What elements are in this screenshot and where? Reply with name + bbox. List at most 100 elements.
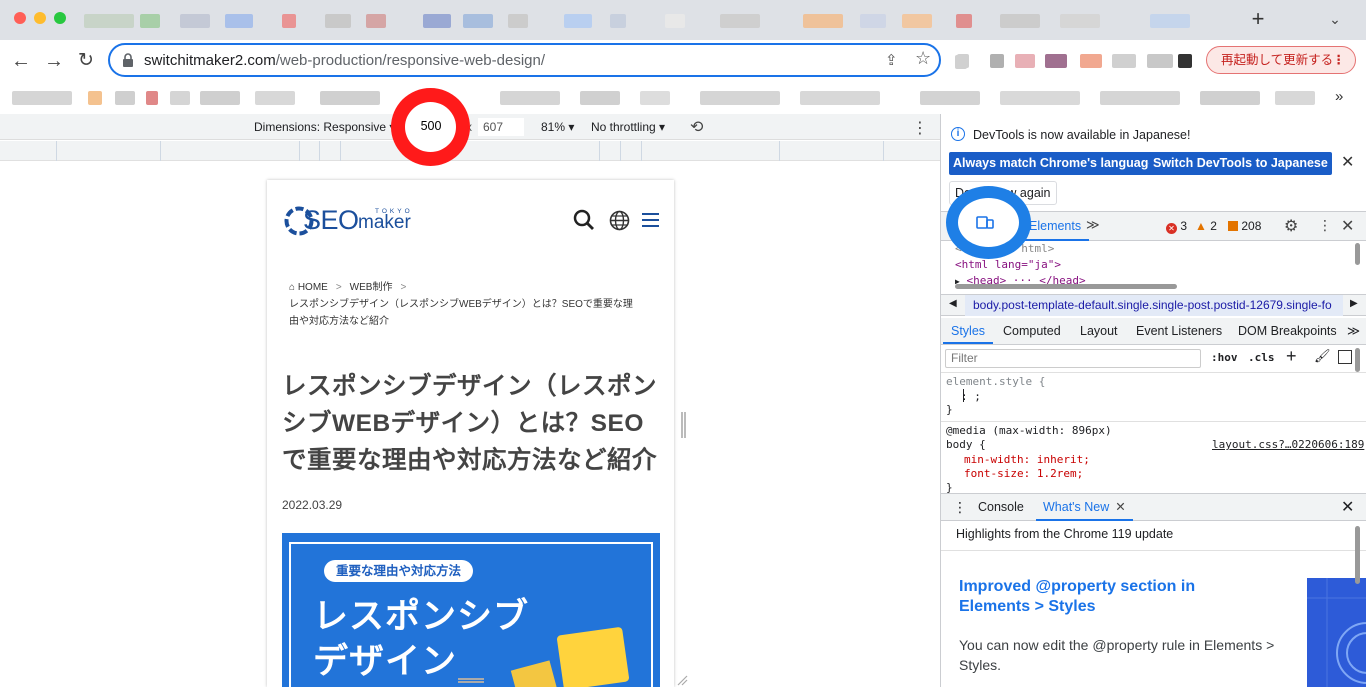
forward-arrow-icon[interactable]: → xyxy=(41,48,67,74)
throttling-dropdown[interactable]: No throttling ▾ xyxy=(591,120,665,134)
globe-icon[interactable] xyxy=(609,210,630,231)
url-text[interactable]: switchitmaker2.com/web-production/respon… xyxy=(144,51,545,71)
article-title: レスポンシブデザイン（レスポンシブWEBデザイン）とは？SEOで重要な理由や対応… xyxy=(282,373,657,474)
breadcrumb-left-arrow-icon[interactable]: ◀ xyxy=(949,298,957,309)
search-icon[interactable] xyxy=(573,209,595,231)
class-toggle[interactable]: .cls xyxy=(1248,351,1275,364)
error-icon: ✕ xyxy=(1166,223,1177,234)
settings-gear-icon[interactable]: ⚙ xyxy=(1284,216,1298,236)
css-property-min-width[interactable]: min-width: inherit; xyxy=(964,453,1090,468)
tab-search-chevron-icon[interactable]: ⌄ xyxy=(1326,10,1344,28)
issues-count[interactable]: 208 xyxy=(1228,219,1261,233)
infobar-close-icon[interactable]: ✕ xyxy=(1341,152,1354,172)
hero-pill-text: 重要な理由や対応方法 xyxy=(324,560,474,582)
bookmark-star-icon[interactable]: ☆ xyxy=(915,48,931,69)
minimize-window-button[interactable] xyxy=(34,12,46,24)
tab-computed[interactable]: Computed xyxy=(1003,318,1061,344)
paint-brush-icon[interactable]: 🖌 xyxy=(1314,348,1331,364)
hover-state-toggle[interactable]: :hov xyxy=(1211,351,1238,364)
drawer-tabs: ⋮ Console What's New ✕ ✕ xyxy=(941,493,1366,521)
warning-icon: ▲ xyxy=(1195,219,1207,233)
url-path: /web-production/responsive-web-design/ xyxy=(275,52,546,69)
whats-new-header: Highlights from the Chrome 119 update xyxy=(941,521,1366,551)
screen: + ⌄ ← → ↻ switchitmaker2.com/web-product… xyxy=(0,0,1366,687)
article-hero-image: 重要な理由や対応方法 レスポンシブ デザイン xyxy=(282,533,660,687)
new-tab-button[interactable]: + xyxy=(1247,8,1269,30)
styles-pane[interactable]: element.style { : ; } @media (max-width:… xyxy=(941,373,1366,494)
tab-layout[interactable]: Layout xyxy=(1080,318,1118,344)
media-query-label: @media (max-width: 896px) xyxy=(946,424,1112,437)
height-input[interactable]: 607 xyxy=(478,118,524,136)
more-tabs-icon[interactable]: ≫ xyxy=(1086,217,1100,233)
hero-line-1: レスポンシブ xyxy=(313,597,530,636)
stylesheet-source-link[interactable]: layout.css?…0220606:189 xyxy=(1212,438,1364,453)
drawer-menu-icon[interactable]: ⋮ xyxy=(953,499,967,516)
tab-console[interactable]: Console xyxy=(978,494,1024,521)
hamburger-menu-icon[interactable] xyxy=(642,213,659,231)
element-style-selector: element.style { xyxy=(946,375,1046,388)
warning-count[interactable]: ▲ 2 xyxy=(1195,219,1217,233)
styles-vertical-scrollbar[interactable] xyxy=(1355,348,1360,372)
tab-elements[interactable]: Elements xyxy=(1021,212,1090,241)
bookmarks-bar: » xyxy=(0,82,1366,114)
dom-horizontal-scrollbar[interactable] xyxy=(955,284,1177,289)
dom-breadcrumb[interactable]: body.post-template-default.single.single… xyxy=(965,295,1343,316)
tab-whats-new[interactable]: What's New ✕ xyxy=(1036,494,1133,521)
drawer-vertical-scrollbar[interactable] xyxy=(1355,526,1360,584)
width-input[interactable]: 500 xyxy=(410,119,452,133)
styles-filter-row: Filter :hov .cls + 🖌 xyxy=(941,345,1366,373)
rotate-icon[interactable]: ⟲ xyxy=(690,117,703,137)
address-bar[interactable]: switchitmaker2.com/web-production/respon… xyxy=(108,43,941,77)
drawer-close-icon[interactable]: ✕ xyxy=(1341,497,1354,517)
reload-icon[interactable]: ↻ xyxy=(73,48,99,74)
zoom-window-button[interactable] xyxy=(54,12,66,24)
restart-to-update-button[interactable]: 再起動して更新する ⋮ xyxy=(1206,46,1356,74)
media-query-ruler[interactable] xyxy=(0,141,940,161)
tab-dom-breakpoints[interactable]: DOM Breakpoints xyxy=(1238,318,1337,344)
back-arrow-icon[interactable]: ← xyxy=(8,48,34,74)
breadcrumb-right-arrow-icon[interactable]: ▶ xyxy=(1350,298,1358,309)
breadcrumb-category-link[interactable]: WEB制作 xyxy=(350,282,393,293)
error-count[interactable]: ✕ 3 xyxy=(1166,219,1187,234)
element-style-editor[interactable]: : ; xyxy=(961,390,981,405)
devtools-menu-icon[interactable]: ⋮ xyxy=(1318,217,1332,234)
restart-label: 再起動して更新する xyxy=(1221,53,1334,67)
tab-event-listeners[interactable]: Event Listeners xyxy=(1136,318,1222,344)
tab-styles[interactable]: Styles xyxy=(943,318,994,344)
more-subtabs-icon[interactable]: ≫ xyxy=(1347,318,1360,344)
logo-maker-text[interactable]: maker xyxy=(358,212,411,234)
language-infobar-message: DevTools is now available in Japanese! xyxy=(973,128,1191,142)
close-whats-new-icon[interactable]: ✕ xyxy=(1115,500,1125,514)
logo-seo-text[interactable]: SEO xyxy=(303,205,359,236)
bookmarks-overflow-button[interactable]: » xyxy=(1335,88,1343,105)
url-host: switchitmaker2.com xyxy=(144,52,276,69)
sidebar-toggle-icon[interactable] xyxy=(1338,350,1352,364)
device-toolbar-toggle-icon[interactable] xyxy=(976,216,994,230)
device-toolbar: Dimensions: Responsive ▾ x 607 81% ▾ No … xyxy=(0,114,940,140)
switch-to-japanese-button[interactable]: Switch DevTools to Japanese xyxy=(1149,152,1332,175)
dom-vertical-scrollbar[interactable] xyxy=(1355,243,1360,265)
viewport-resize-handle[interactable] xyxy=(681,412,686,438)
styles-filter-input[interactable]: Filter xyxy=(945,349,1201,368)
issues-icon xyxy=(1228,221,1238,231)
whats-new-article-body: You can now edit the @property rule in E… xyxy=(959,637,1275,673)
viewport-bottom-resize-handle[interactable] xyxy=(458,678,484,683)
breadcrumb-home-link[interactable]: HOME xyxy=(298,282,328,293)
add-rule-plus-icon[interactable]: + xyxy=(1286,346,1297,367)
element-style-close: } xyxy=(946,403,953,416)
whats-new-article-title[interactable]: Improved @property section in Elements >… xyxy=(959,577,1229,617)
css-property-font-size[interactable]: font-size: 1.2rem; xyxy=(964,467,1083,482)
always-match-language-button[interactable]: Always match Chrome's language xyxy=(949,152,1160,175)
close-window-button[interactable] xyxy=(14,12,26,24)
dimensions-dropdown[interactable]: Dimensions: Responsive ▾ xyxy=(254,120,395,134)
share-icon[interactable]: ⇪ xyxy=(885,51,898,69)
zoom-dropdown[interactable]: 81% ▾ xyxy=(541,120,574,134)
devtools-close-icon[interactable]: ✕ xyxy=(1341,216,1354,236)
device-toolbar-menu-icon[interactable]: ⋮ xyxy=(912,118,928,138)
tab-strip: + ⌄ xyxy=(0,0,1366,40)
dom-html-node[interactable]: <html lang="ja"> xyxy=(955,257,1366,273)
viewport-corner-resize-handle[interactable] xyxy=(676,674,688,686)
hero-illustration-book xyxy=(556,626,630,687)
body-selector[interactable]: body { xyxy=(946,438,986,453)
home-icon: ⌂ xyxy=(289,282,296,293)
